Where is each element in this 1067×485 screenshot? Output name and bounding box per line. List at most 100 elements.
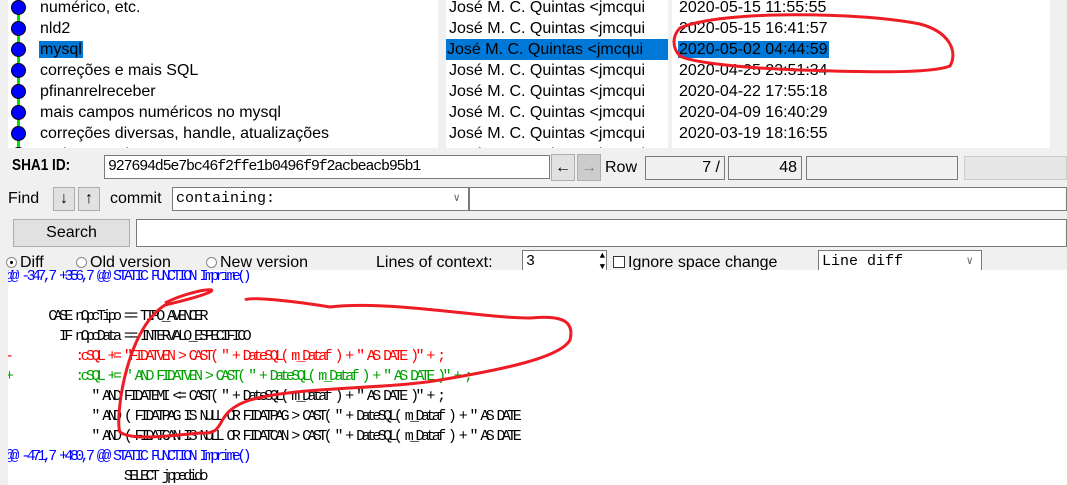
status-field — [964, 156, 1067, 180]
old-version-label: Old version — [90, 254, 171, 271]
find-mode-value: containing: — [176, 190, 276, 207]
commit-node-icon[interactable] — [11, 84, 26, 99]
commit-row[interactable]: 2020-05-02 04:44:59 — [678, 39, 829, 60]
commit-node-icon[interactable] — [11, 105, 26, 120]
search-input[interactable] — [136, 219, 1067, 247]
commit-row[interactable]: correções e mais SQL — [39, 60, 199, 81]
commit-author: José M. C. Quintas <jmcqui — [449, 20, 646, 37]
commit-node-icon[interactable] — [11, 21, 26, 36]
commit-row[interactable]: 2020-05-15 16:41:57 — [678, 18, 829, 39]
commit-list-pane[interactable]: numérico, etc. nld2 mysql correções e mais … — [8, 0, 438, 148]
commit-node-icon[interactable] — [11, 147, 26, 148]
commit-date: 2020-05-02 04:44:59 — [678, 41, 829, 58]
find-label: Find — [8, 190, 40, 207]
diff-line-ctx: " AND ( FIDATPAG IS NULL OR FIDATPAG > C… — [8, 408, 521, 425]
commit-row[interactable]: correções diversas, handle, atualizações — [39, 123, 330, 144]
commit-subject: correções e mais SQL — [40, 62, 199, 79]
row-label: Row — [605, 159, 638, 176]
commit-row[interactable]: nld2 — [39, 18, 71, 39]
sha1-label: SHA1 ID: — [12, 157, 71, 174]
diff-line-ctx: " AND ( FIDATCAN IS NULL OR FIDATCAN > C… — [8, 428, 521, 445]
commit-author: José M. C. Quintas <jmcqui — [449, 0, 646, 16]
commit-row[interactable]: 2020-03-16 02:43:22 — [678, 144, 829, 148]
diff-line-del: - :cSQL += "FIDATVEN > CAST( " + DateSQL… — [8, 348, 446, 365]
commit-row[interactable]: 2020-05-15 11:55:55 — [678, 0, 827, 18]
commit-node-icon[interactable] — [11, 42, 26, 57]
commit-author: José M. C. Quintas <jmcqui — [449, 125, 646, 142]
find-type[interactable]: commit — [110, 190, 162, 208]
commit-row[interactable]: José M. C. Quintas <jmcqui — [448, 144, 646, 148]
diff-line-ctx: CASE nOpcTipo == TIPO_AVENCER — [8, 308, 208, 325]
author-list-pane[interactable]: José M. C. Quintas <jmcqui José M. C. Qui… — [446, 0, 668, 148]
commit-author: José M. C. Quintas <jmcqui — [449, 62, 646, 79]
commit-author: José M. C. Quintas <jmcqui — [448, 146, 646, 148]
find-mode-select[interactable]: containing: ∨ — [172, 187, 469, 211]
context-value: 3 — [526, 253, 536, 270]
commit-row[interactable]: mais campos numéricos no mysql — [39, 102, 282, 123]
radio-icon — [76, 257, 87, 268]
commit-subject: mais campos numéricos no mysql — [40, 104, 281, 121]
diff-line-add: + :cSQL += " AND FIDATVEN > CAST( " + Da… — [8, 368, 473, 385]
diff-line-ctx — [8, 287, 10, 307]
commit-subject: mysql — [39, 41, 83, 58]
commit-row[interactable]: José M. C. Quintas <jmcqui — [446, 39, 668, 60]
back-button[interactable]: ← — [551, 154, 575, 181]
progress-bar — [806, 156, 958, 180]
commit-row[interactable]: update geral — [39, 144, 130, 148]
chevron-down-icon: ∨ — [453, 193, 460, 205]
commit-date: 2020-04-22 17:55:18 — [679, 83, 828, 100]
commit-row[interactable]: 2020-04-22 17:55:18 — [678, 81, 829, 102]
commit-subject: nld2 — [40, 20, 71, 37]
diff-line-hunk: @@ -347,7 +356,7 @@ STATIC FUNCTION Impr… — [8, 270, 252, 285]
commit-subject: numérico, etc. — [40, 0, 141, 16]
commit-row[interactable]: José M. C. Quintas <jmcqui — [448, 18, 646, 39]
commit-row[interactable]: José M. C. Quintas <jmcqui — [448, 81, 646, 102]
diff-line-ctx: " AND FIDATEMI <= CAST( " + DateSQL( m_D… — [8, 388, 446, 405]
commit-subject: pfinanrelreceber — [40, 83, 156, 100]
diff-mode-value: Line diff — [822, 253, 904, 270]
commit-node-icon[interactable] — [11, 63, 26, 78]
commit-author: José M. C. Quintas <jmcqui — [449, 104, 646, 121]
commit-subject: correções diversas, handle, atualizações — [40, 125, 330, 142]
commit-row[interactable]: 2020-03-19 18:16:55 — [678, 123, 829, 144]
commit-row[interactable]: José M. C. Quintas <jmcqui — [448, 0, 646, 18]
find-input[interactable] — [469, 187, 1067, 211]
commit-subject: update geral — [39, 146, 130, 148]
scrollbar[interactable] — [1050, 0, 1067, 148]
commit-row[interactable]: pfinanrelreceber — [39, 81, 157, 102]
commit-row[interactable]: 2020-04-09 16:40:29 — [678, 102, 829, 123]
commit-node-icon[interactable] — [11, 0, 26, 15]
commit-row[interactable]: numérico, etc. — [39, 0, 141, 18]
commit-date: 2020-03-16 02:43:22 — [678, 146, 829, 148]
diff-view[interactable]: @@ -347,7 +356,7 @@ STATIC FUNCTION Impr… — [8, 270, 1067, 485]
commit-row[interactable]: José M. C. Quintas <jmcqui — [448, 123, 646, 144]
diff-line-hunk: @@ -471,7 +480,7 @@ STATIC FUNCTION Impr… — [8, 448, 252, 465]
commit-date: 2020-05-15 11:55:55 — [679, 0, 827, 16]
date-list-pane[interactable]: 2020-05-15 11:55:55 2020-05-15 16:41:57 20… — [672, 0, 1050, 148]
new-version-label: New version — [220, 254, 309, 271]
sha1-input[interactable]: 927694d5e7bc46f2ffe1b0496f9f2acbeacb95b1 — [104, 155, 550, 179]
find-next-button[interactable]: ↓ — [53, 187, 75, 211]
commit-date: 2020-03-19 18:16:55 — [679, 125, 828, 142]
row-total: 48 — [728, 156, 802, 180]
commit-row[interactable]: 2020-04-25 23:51:34 — [678, 60, 829, 81]
commit-date: 2020-05-15 16:41:57 — [679, 20, 828, 37]
commit-row[interactable]: José M. C. Quintas <jmcqui — [448, 102, 646, 123]
diff-label: Diff — [20, 254, 44, 271]
commit-row[interactable]: mysql — [39, 39, 83, 60]
diff-line-ctx: SELECT jppedido — [8, 468, 209, 485]
commit-author: José M. C. Quintas <jmcqui — [449, 83, 646, 100]
radio-icon — [206, 257, 217, 268]
radio-checked-icon — [6, 257, 17, 268]
ignore-space-label: Ignore space change — [628, 254, 778, 271]
commit-date: 2020-04-09 16:40:29 — [679, 104, 828, 121]
commit-node-icon[interactable] — [11, 126, 26, 141]
find-prev-button[interactable]: ↑ — [78, 187, 100, 211]
commit-date: 2020-04-25 23:51:34 — [679, 62, 828, 79]
commit-row[interactable]: José M. C. Quintas <jmcqui — [448, 60, 646, 81]
search-button[interactable]: Search — [13, 219, 130, 247]
checkbox-icon — [613, 256, 625, 268]
commit-author: José M. C. Quintas <jmcqui — [446, 41, 645, 58]
forward-button[interactable]: → — [577, 154, 601, 181]
diff-line-ctx: IF nOpcData == INTERVALO_ESPECIFICO — [8, 328, 252, 345]
